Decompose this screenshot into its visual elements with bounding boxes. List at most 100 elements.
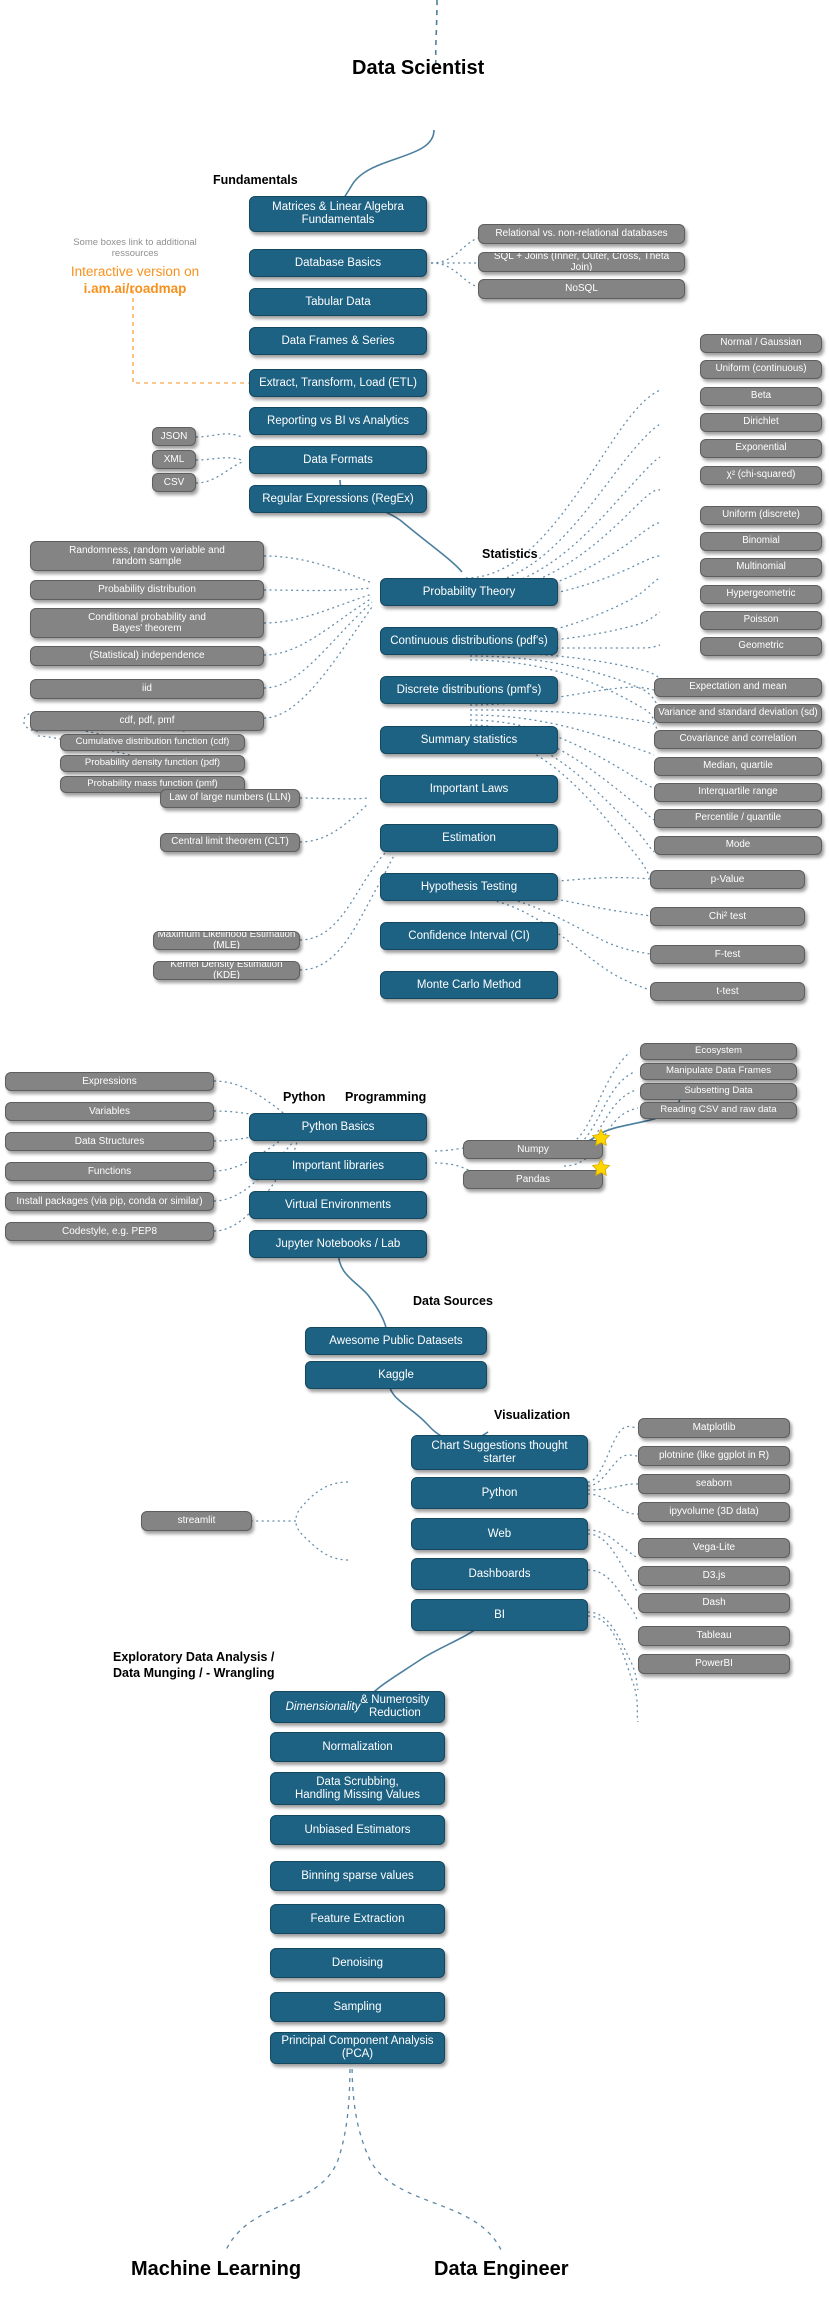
node-awesome-public-datasets[interactable]: Awesome Public Datasets: [305, 1327, 487, 1355]
node-percentile-quantile[interactable]: Percentile / quantile: [654, 809, 822, 828]
node-expectation-and-mean[interactable]: Expectation and mean: [654, 678, 822, 697]
node-f-test[interactable]: F-test: [650, 945, 805, 964]
node-data-frames-series[interactable]: Data Frames & Series: [249, 327, 427, 355]
node-variables[interactable]: Variables: [5, 1102, 214, 1121]
node-virtual-environments[interactable]: Virtual Environments: [249, 1191, 427, 1219]
node-database-basics[interactable]: Database Basics: [249, 249, 427, 277]
node-dimensionality-numerosity-reduction[interactable]: Dimensionality & Numerosity Reduction: [270, 1691, 445, 1723]
node-pandas[interactable]: Pandas: [463, 1170, 603, 1189]
node-important-libraries[interactable]: Important libraries: [249, 1152, 427, 1180]
node-data-structures[interactable]: Data Structures: [5, 1132, 214, 1151]
node-seaborn[interactable]: seaborn: [638, 1474, 790, 1494]
node-streamlit[interactable]: streamlit: [141, 1511, 252, 1531]
node-mode[interactable]: Mode: [654, 836, 822, 855]
node-kaggle[interactable]: Kaggle: [305, 1361, 487, 1389]
node-monte-carlo-method[interactable]: Monte Carlo Method: [380, 971, 558, 999]
node-normal-gaussian[interactable]: Normal / Gaussian: [700, 334, 822, 353]
node-visualization-web[interactable]: Web: [411, 1518, 588, 1550]
node-randomness-random-variable[interactable]: Randomness, random variable and random s…: [30, 541, 264, 571]
node-uniform-continuous[interactable]: Uniform (continuous): [700, 360, 822, 379]
node-matplotlib[interactable]: Matplotlib: [638, 1418, 790, 1438]
node-vega-lite[interactable]: Vega-Lite: [638, 1538, 790, 1558]
node-nosql[interactable]: NoSQL: [478, 279, 685, 299]
node-cdf-pdf-pmf[interactable]: cdf, pdf, pmf: [30, 711, 264, 731]
node-chi2-test[interactable]: Chi² test: [650, 907, 805, 926]
node-chart-suggestions[interactable]: Chart Suggestions thought starter: [411, 1435, 588, 1470]
node-numpy[interactable]: Numpy: [463, 1140, 603, 1159]
node-variance-standard-deviation[interactable]: Variance and standard deviation (sd): [654, 704, 822, 723]
node-plotnine[interactable]: plotnine (like ggplot in R): [638, 1446, 790, 1466]
node-important-laws[interactable]: Important Laws: [380, 775, 558, 803]
node-csv[interactable]: CSV: [152, 473, 196, 492]
node-data-formats[interactable]: Data Formats: [249, 446, 427, 474]
node-expressions[interactable]: Expressions: [5, 1072, 214, 1091]
node-binomial[interactable]: Binomial: [700, 532, 822, 551]
node-data-scrubbing[interactable]: Data Scrubbing, Handling Missing Values: [270, 1772, 445, 1805]
node-hypothesis-testing[interactable]: Hypothesis Testing: [380, 873, 558, 901]
node-confidence-interval[interactable]: Confidence Interval (CI): [380, 922, 558, 950]
node-p-value[interactable]: p-Value: [650, 870, 805, 889]
node-chi-squared[interactable]: χ² (chi-squared): [700, 466, 822, 485]
node-covariance-correlation[interactable]: Covariance and correlation: [654, 730, 822, 749]
node-normalization[interactable]: Normalization: [270, 1732, 445, 1762]
node-maximum-likelihood-estimation[interactable]: Maximum Likelihood Estimation (MLE): [153, 931, 300, 950]
node-uniform-discrete[interactable]: Uniform (discrete): [700, 506, 822, 525]
node-estimation[interactable]: Estimation: [380, 824, 558, 852]
node-poisson[interactable]: Poisson: [700, 611, 822, 630]
node-unbiased-estimators[interactable]: Unbiased Estimators: [270, 1815, 445, 1845]
node-cumulative-distribution-function[interactable]: Cumulative distribution function (cdf): [60, 734, 245, 751]
node-relational-vs-nonrelational[interactable]: Relational vs. non-relational databases: [478, 224, 685, 244]
node-manipulate-data-frames[interactable]: Manipulate Data Frames: [640, 1063, 797, 1080]
node-ipyvolume[interactable]: ipyvolume (3D data): [638, 1502, 790, 1522]
node-probability-density-function[interactable]: Probability density function (pdf): [60, 755, 245, 772]
node-feature-extraction[interactable]: Feature Extraction: [270, 1904, 445, 1934]
node-powerbi[interactable]: PowerBI: [638, 1654, 790, 1674]
node-probability-distribution[interactable]: Probability distribution: [30, 580, 264, 600]
node-t-test[interactable]: t-test: [650, 982, 805, 1001]
node-functions[interactable]: Functions: [5, 1162, 214, 1181]
node-pca[interactable]: Principal Component Analysis (PCA): [270, 2032, 445, 2064]
node-install-packages[interactable]: Install packages (via pip, conda or simi…: [5, 1192, 214, 1211]
node-denoising[interactable]: Denoising: [270, 1948, 445, 1978]
node-conditional-probability-bayes[interactable]: Conditional probability and Bayes' theor…: [30, 608, 264, 638]
node-python-basics[interactable]: Python Basics: [249, 1113, 427, 1141]
node-multinomial[interactable]: Multinomial: [700, 558, 822, 577]
node-reading-csv-raw-data[interactable]: Reading CSV and raw data: [640, 1102, 797, 1119]
node-dirichlet[interactable]: Dirichlet: [700, 413, 822, 432]
node-statistical-independence[interactable]: (Statistical) independence: [30, 646, 264, 666]
node-law-of-large-numbers[interactable]: Law of large numbers (LLN): [160, 789, 300, 808]
node-reporting-bi-analytics[interactable]: Reporting vs BI vs Analytics: [249, 407, 427, 435]
node-summary-statistics[interactable]: Summary statistics: [380, 726, 558, 754]
node-beta[interactable]: Beta: [700, 387, 822, 406]
node-visualization-dashboards[interactable]: Dashboards: [411, 1558, 588, 1590]
node-continuous-distributions[interactable]: Continuous distributions (pdf's): [380, 627, 558, 655]
node-matrices-linear-algebra[interactable]: Matrices & Linear Algebra Fundamentals: [249, 196, 427, 232]
node-sampling[interactable]: Sampling: [270, 1992, 445, 2022]
node-median-quartile[interactable]: Median, quartile: [654, 757, 822, 776]
node-ecosystem[interactable]: Ecosystem: [640, 1043, 797, 1060]
node-subsetting-data[interactable]: Subsetting Data: [640, 1083, 797, 1100]
node-hypergeometric[interactable]: Hypergeometric: [700, 585, 822, 604]
node-interquartile-range[interactable]: Interquartile range: [654, 783, 822, 802]
node-json[interactable]: JSON: [152, 427, 196, 446]
node-xml[interactable]: XML: [152, 450, 196, 469]
node-d3js[interactable]: D3.js: [638, 1566, 790, 1586]
node-tabular-data[interactable]: Tabular Data: [249, 288, 427, 316]
note-interactive-link[interactable]: i.am.ai/roadmap: [35, 281, 235, 297]
node-exponential[interactable]: Exponential: [700, 439, 822, 458]
node-central-limit-theorem[interactable]: Central limit theorem (CLT): [160, 833, 300, 852]
node-binning-sparse-values[interactable]: Binning sparse values: [270, 1861, 445, 1891]
node-dash[interactable]: Dash: [638, 1593, 790, 1613]
node-iid[interactable]: iid: [30, 679, 264, 699]
node-etl[interactable]: Extract, Transform, Load (ETL): [249, 369, 427, 397]
node-visualization-python[interactable]: Python: [411, 1477, 588, 1509]
node-codestyle-pep8[interactable]: Codestyle, e.g. PEP8: [5, 1222, 214, 1241]
node-tableau[interactable]: Tableau: [638, 1626, 790, 1646]
node-sql-joins[interactable]: SQL + Joins (Inner, Outer, Cross, Theta …: [478, 252, 685, 272]
node-probability-theory[interactable]: Probability Theory: [380, 578, 558, 606]
node-regular-expressions[interactable]: Regular Expressions (RegEx): [249, 485, 427, 513]
node-kernel-density-estimation[interactable]: Kernel Density Estimation (KDE): [153, 961, 300, 980]
node-discrete-distributions[interactable]: Discrete distributions (pmf's): [380, 676, 558, 704]
node-geometric[interactable]: Geometric: [700, 637, 822, 656]
node-jupyter-notebooks-lab[interactable]: Jupyter Notebooks / Lab: [249, 1230, 427, 1258]
